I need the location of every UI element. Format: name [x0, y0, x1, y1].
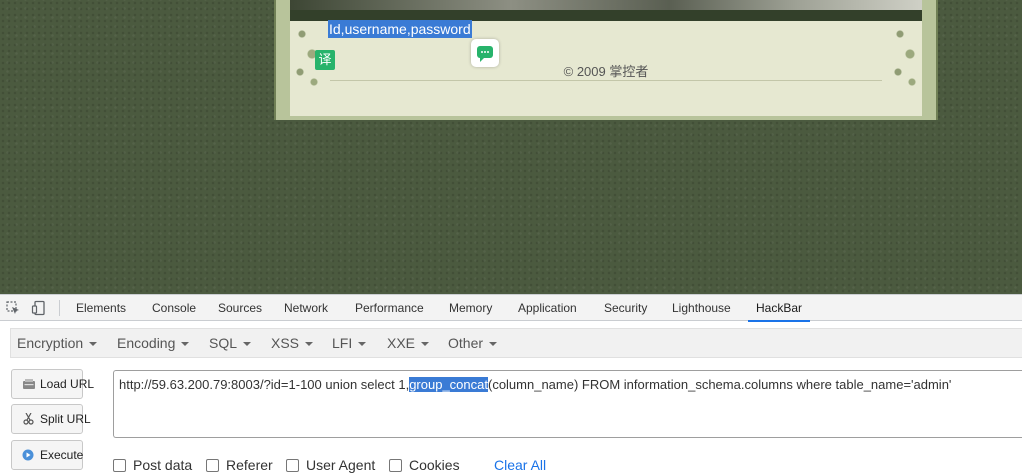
web-page-viewport: Id,username,password 译 © 2009 掌控者: [0, 0, 1022, 294]
tab-performance[interactable]: Performance: [355, 295, 424, 321]
hackbar-menubar: Encryption Encoding SQL XSS LFI XXE Othe…: [10, 328, 1022, 358]
checkbox-box[interactable]: [389, 459, 402, 472]
inspect-element-icon[interactable]: [5, 300, 21, 316]
load-icon: [23, 379, 35, 389]
tab-sources[interactable]: Sources: [218, 295, 262, 321]
tab-network[interactable]: Network: [284, 295, 328, 321]
menu-xxe[interactable]: XXE: [387, 329, 430, 357]
footer-divider: [330, 80, 882, 81]
banner-image: [290, 0, 922, 10]
url-text-selected: group_concat: [409, 377, 488, 392]
tab-security[interactable]: Security: [604, 295, 647, 321]
url-text-before: http://59.63.200.79:8003/?id=1-100 union…: [119, 377, 410, 392]
menu-lfi[interactable]: LFI: [332, 329, 367, 357]
devtools-panel: Elements Console Sources Network Perform…: [0, 294, 1022, 474]
scissors-icon: [23, 413, 34, 425]
tab-elements[interactable]: Elements: [76, 295, 126, 321]
menu-xss[interactable]: XSS: [271, 329, 314, 357]
tab-hackbar[interactable]: HackBar: [747, 295, 811, 322]
menu-sql[interactable]: SQL: [209, 329, 252, 357]
clear-all-link[interactable]: Clear All: [494, 457, 546, 473]
page-content: Id,username,password 译 © 2009 掌控者: [290, 0, 922, 120]
tab-separator: [59, 300, 60, 316]
tab-lighthouse[interactable]: Lighthouse: [672, 295, 731, 321]
execute-button[interactable]: Execute: [11, 440, 83, 470]
chat-bubble-icon: [477, 46, 493, 62]
split-url-button[interactable]: Split URL: [11, 404, 91, 434]
page-content-frame: Id,username,password 译 © 2009 掌控者: [274, 0, 938, 120]
chevron-down-icon: [243, 342, 252, 347]
tab-memory[interactable]: Memory: [449, 295, 492, 321]
frame-bottom-border: [290, 116, 922, 120]
device-toolbar-icon[interactable]: [31, 300, 47, 316]
checkbox-box[interactable]: [286, 459, 299, 472]
query-result-text: Id,username,password: [328, 20, 472, 38]
play-icon: [22, 449, 34, 461]
chevron-down-icon: [358, 342, 367, 347]
menu-encryption[interactable]: Encryption: [17, 329, 98, 357]
copyright-text: © 2009 掌控者: [563, 64, 649, 79]
right-ornament: [888, 20, 922, 92]
chevron-down-icon: [489, 342, 498, 347]
chevron-down-icon: [181, 342, 190, 347]
load-url-button[interactable]: Load URL: [11, 369, 94, 399]
tab-console[interactable]: Console: [152, 295, 196, 321]
chevron-down-icon: [89, 342, 98, 347]
checkbox-box[interactable]: [206, 459, 219, 472]
menu-encoding[interactable]: Encoding: [117, 329, 190, 357]
url-text-after: (column_name) FROM information_schema.co…: [487, 377, 952, 392]
menu-other[interactable]: Other: [448, 329, 498, 357]
devtools-tabbar: Elements Console Sources Network Perform…: [0, 295, 1022, 322]
url-textarea[interactable]: http://59.63.200.79:8003/?id=1-100 union…: [113, 370, 1022, 438]
chevron-down-icon: [305, 342, 314, 347]
tab-application[interactable]: Application: [518, 295, 577, 321]
chevron-down-icon: [421, 342, 430, 347]
checkbox-box[interactable]: [113, 459, 126, 472]
